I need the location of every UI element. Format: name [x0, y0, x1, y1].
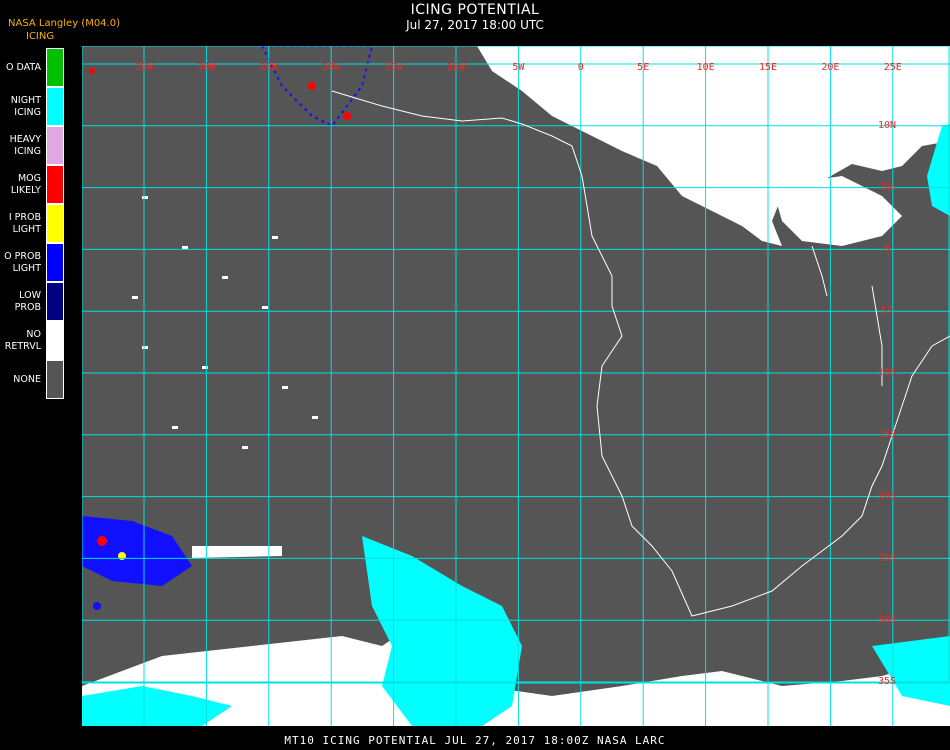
legend-row: I PROB LIGHT [0, 204, 66, 243]
icing-spot [308, 82, 316, 90]
latitude-label: 20S [878, 491, 896, 502]
legend-label-line: O PROB [4, 250, 41, 262]
legend-row: HEAVY ICING [0, 126, 66, 165]
legend-row: LOW PROB [0, 282, 66, 321]
legend-label-line: I PROB [8, 211, 41, 223]
legend-swatch [46, 243, 64, 282]
legend-label-line: MOG [17, 172, 41, 184]
color-legend: O DATA NIGHT ICING HEAVY ICING MOG LIKELY I PRO… [0, 48, 66, 399]
legend-swatch [46, 321, 64, 360]
legend-label: O DATA [0, 48, 41, 87]
map-title: ICING POTENTIAL [410, 2, 540, 18]
legend-label-line: ICING [14, 106, 41, 118]
longitude-label: 25W [260, 62, 279, 73]
legend-label-line: RETRVL [4, 340, 41, 352]
legend-label: I PROB LIGHT [0, 204, 41, 243]
legend-label-line: LIGHT [12, 223, 41, 235]
cloud-speck [182, 246, 188, 249]
longitude-label: 5W [512, 62, 525, 73]
legend-row: NO RETRVL [0, 321, 66, 360]
longitude-label: 30W [197, 62, 216, 73]
latitude-label: 0 [884, 244, 890, 255]
legend-swatch [46, 126, 64, 165]
legend-swatch [46, 204, 64, 243]
legend-row: O PROB LIGHT [0, 243, 66, 282]
legend-row: MOG LIKELY [0, 165, 66, 204]
coastline [331, 90, 950, 617]
longitude-label: 25E [884, 62, 902, 73]
longitude-label: 15E [759, 62, 777, 73]
icing-north-specks [260, 46, 374, 128]
legend-row: NIGHT ICING [0, 87, 66, 126]
legend-label: MOG LIKELY [0, 165, 41, 204]
legend-swatch [46, 48, 64, 87]
longitude-label: 10W [447, 62, 466, 73]
latitude-label: 25S [878, 553, 896, 564]
legend-swatch [46, 282, 64, 321]
cloud-speck [172, 426, 178, 429]
legend-label-line: LIGHT [12, 262, 41, 274]
cloud-speck [312, 416, 318, 419]
icing-map: 35W 30W 25W 20W 15W 10W 5W 0 5E 10E 15E 20E 25E 10N 5N… [82, 46, 950, 726]
legend-label-line: PROB [14, 301, 41, 313]
latitude-label: 5S [881, 305, 893, 316]
icing-cluster-west [82, 516, 192, 586]
footer-caption: MT10 ICING POTENTIAL JUL 27, 2017 18:00Z… [284, 734, 666, 747]
map-canvas: 35W 30W 25W 20W 15W 10W 5W 0 5E 10E 15E 20E 25E 10N 5N… [82, 46, 950, 726]
map-datetime: Jul 27, 2017 18:00 UTC [406, 18, 544, 32]
legend-label: LOW PROB [0, 282, 41, 321]
legend-label-line: NONE [13, 373, 41, 385]
latitude-label: 15S [878, 429, 896, 440]
legend-label: HEAVY ICING [0, 126, 41, 165]
cloud-speck [202, 366, 208, 369]
longitude-label: 5E [637, 62, 649, 73]
cloud-speck [142, 346, 148, 349]
icing-spot [89, 68, 95, 74]
cloud-speck [242, 446, 248, 449]
legend-label-line: LOW [19, 289, 41, 301]
longitude-label: 20W [322, 62, 341, 73]
legend-swatch [46, 87, 64, 126]
legend-swatch [46, 165, 64, 204]
legend-label: NONE [0, 360, 41, 399]
longitude-label: 15W [385, 62, 404, 73]
legend-label-line: HEAVY [9, 133, 41, 145]
icing-spot [93, 602, 101, 610]
legend-label: NO RETRVL [0, 321, 41, 360]
cloud-speck [262, 306, 268, 309]
icing-spot [97, 536, 107, 546]
legend-row: NONE [0, 360, 66, 399]
latitude-label: 10S [878, 367, 896, 378]
legend-label-line: LIKELY [10, 184, 41, 196]
latitude-label: 30S [878, 614, 896, 625]
legend-label-line: NO [26, 328, 41, 340]
cloud-speck [272, 236, 278, 239]
legend-swatch [46, 360, 64, 399]
latitude-label: 35S [878, 676, 896, 687]
icing-spot [343, 112, 351, 120]
cloud-speck [132, 296, 138, 299]
latitude-label: 5N [881, 182, 893, 193]
legend-label-line: O DATA [6, 61, 41, 73]
longitude-label: 0 [578, 62, 584, 73]
legend-row: O DATA [0, 48, 66, 87]
legend-label-line: ICING [14, 145, 41, 157]
latitude-label: 10N [878, 120, 896, 131]
longitude-label: 10E [697, 62, 715, 73]
legend-label: O PROB LIGHT [0, 243, 41, 282]
cloud-speck [222, 276, 228, 279]
longitude-label: 35W [135, 62, 154, 73]
longitude-label: 20E [821, 62, 839, 73]
cloud-speck [282, 386, 288, 389]
lake-outline [811, 245, 828, 297]
legend-label: NIGHT ICING [0, 87, 41, 126]
cloud-speck [142, 196, 148, 199]
legend-label-line: NIGHT [10, 94, 41, 106]
